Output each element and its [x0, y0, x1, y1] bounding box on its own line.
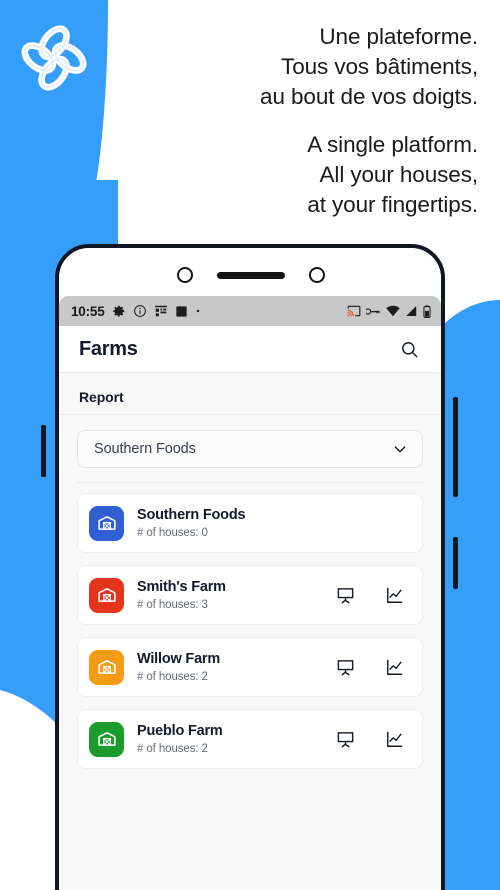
- report-dropdown[interactable]: Southern Foods: [77, 430, 423, 468]
- farm-list-item[interactable]: Smith's Farm # of houses: 3: [77, 565, 423, 625]
- farm-name: Smith's Farm: [137, 579, 226, 595]
- report-dropdown-value: Southern Foods: [94, 441, 196, 457]
- farm-houses-count: # of houses: 0: [137, 527, 208, 539]
- sensor-circle-icon: [309, 267, 325, 283]
- barn-icon: [89, 721, 124, 757]
- farm-list-item[interactable]: Southern Foods # of houses: 0: [77, 493, 423, 553]
- chevron-down-icon: [392, 441, 408, 457]
- farm-list: Southern Foods # of houses: 0 Smith's Fa…: [59, 483, 441, 769]
- farm-text-block: Pueblo Farm # of houses: 2: [137, 723, 223, 755]
- farm-list-item[interactable]: Pueblo Farm # of houses: 2: [77, 709, 423, 769]
- copy-line-en-2: All your houses,: [319, 162, 479, 187]
- line-chart-icon[interactable]: [384, 585, 404, 605]
- vpn-key-icon: [366, 307, 380, 315]
- screenshot-root: Une plateforme. Tous vos bâtiments, au b…: [0, 0, 500, 890]
- farm-list-item[interactable]: Willow Farm # of houses: 2: [77, 637, 423, 697]
- status-time: 10:55: [71, 303, 105, 319]
- report-section-label: Report: [59, 373, 441, 415]
- farm-name: Willow Farm: [137, 651, 221, 667]
- camera-circle-icon: [177, 267, 193, 283]
- copy-line-fr-2: Tous vos bâtiments,: [281, 54, 478, 79]
- copy-line-en-1: A single platform.: [307, 132, 478, 157]
- line-chart-icon[interactable]: [384, 729, 404, 749]
- farm-houses-count: # of houses: 3: [137, 599, 208, 611]
- page-title: Farms: [79, 337, 138, 360]
- speaker-grille-icon: [217, 272, 285, 279]
- farm-houses-count: # of houses: 2: [137, 671, 208, 683]
- interlocking-rings-logo: [21, 25, 87, 91]
- barn-icon: [89, 505, 124, 541]
- app-bar: Farms: [59, 326, 441, 373]
- right-power-button[interactable]: [453, 397, 458, 497]
- presentation-icon[interactable]: [335, 729, 355, 749]
- battery-icon: [423, 304, 431, 318]
- search-glyph: [401, 341, 417, 357]
- stop-square-icon: [175, 305, 187, 317]
- farm-actions: [335, 585, 408, 605]
- right-volume-button[interactable]: [453, 537, 458, 589]
- gear-icon: [112, 305, 124, 317]
- copy-line-fr-3: au bout de vos doigts.: [260, 84, 478, 109]
- copy-spacer: [148, 112, 478, 130]
- farm-actions: [335, 729, 408, 749]
- farm-name: Southern Foods: [137, 507, 246, 523]
- barn-icon: [89, 649, 124, 685]
- screen-content: Report Southern Foods Southern Foods # o…: [59, 373, 441, 890]
- barn-icon: [89, 577, 124, 613]
- status-bar-right: [347, 304, 431, 318]
- farm-actions: [335, 657, 408, 677]
- status-bar-left: 10:55: [71, 304, 201, 319]
- search-icon[interactable]: [395, 335, 423, 363]
- accessibility-menu-icon: [154, 305, 167, 317]
- presentation-icon[interactable]: [335, 585, 355, 605]
- status-bar: 10:55: [59, 296, 441, 326]
- farm-text-block: Southern Foods # of houses: 0: [137, 507, 246, 539]
- farm-text-block: Willow Farm # of houses: 2: [137, 651, 220, 683]
- wifi-icon: [386, 305, 400, 317]
- copy-line-fr-1: Une plateforme.: [319, 24, 478, 49]
- phone-screen: 10:55 Farms Report Southern Foods Southe…: [59, 296, 441, 890]
- signal-icon: [406, 305, 417, 317]
- copy-line-en-3: at your fingertips.: [307, 192, 478, 217]
- line-chart-icon[interactable]: [384, 657, 404, 677]
- presentation-icon[interactable]: [335, 657, 355, 677]
- cast-icon: [347, 305, 361, 317]
- info-circle-icon: [133, 305, 146, 317]
- phone-mockup: 10:55 Farms Report Southern Foods Southe…: [55, 244, 445, 890]
- phone-top-bezel: [59, 248, 441, 296]
- farm-text-block: Smith's Farm # of houses: 3: [137, 579, 226, 611]
- farm-name: Pueblo Farm: [137, 723, 223, 739]
- marketing-copy: Une plateforme. Tous vos bâtiments, au b…: [148, 22, 478, 220]
- left-volume-button[interactable]: [41, 425, 46, 477]
- farm-houses-count: # of houses: 2: [137, 743, 208, 755]
- dot-icon: [196, 309, 199, 313]
